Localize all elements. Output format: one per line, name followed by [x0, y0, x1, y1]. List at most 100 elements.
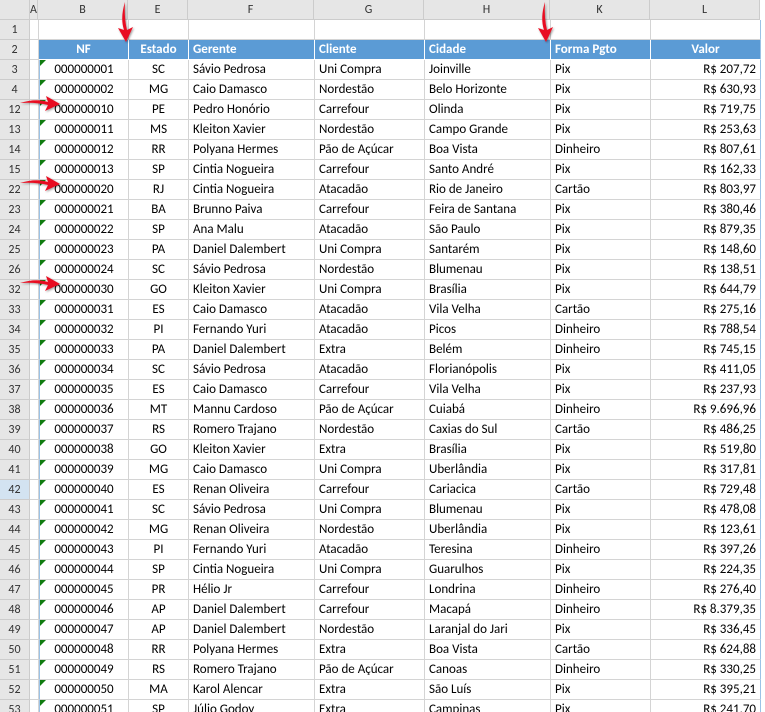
cell-cidade[interactable]: Boa Vista — [425, 140, 551, 160]
cell-cliente[interactable]: Carrefour — [315, 200, 425, 220]
cell-nf[interactable]: 000000043 — [39, 540, 129, 560]
cell-cidade[interactable]: Rio de Janeiro — [425, 180, 551, 200]
cell-nf[interactable]: 000000010 — [39, 100, 129, 120]
cell-cliente[interactable]: Nordestão — [315, 120, 425, 140]
cell-gerente[interactable]: Fernando Yuri — [189, 540, 315, 560]
cell-cliente[interactable]: Extra — [315, 680, 425, 700]
cell-empty[interactable] — [30, 80, 39, 100]
cell-valor[interactable]: R$ 8.379,35 — [651, 600, 761, 620]
cell-gerente[interactable]: Hélio Jr — [189, 580, 315, 600]
cell-cidade[interactable]: Brasília — [425, 440, 551, 460]
cell-pgto[interactable]: Dinheiro — [551, 320, 651, 340]
cell-cidade[interactable]: Canoas — [425, 660, 551, 680]
cell-empty[interactable] — [30, 120, 39, 140]
cell-estado[interactable]: MS — [129, 120, 189, 140]
row-header-13[interactable]: 13 — [0, 120, 30, 140]
cell-pgto[interactable]: Dinheiro — [551, 340, 651, 360]
cell-estado[interactable]: RS — [129, 660, 189, 680]
col-header-H[interactable]: H — [424, 0, 550, 20]
cell-cliente[interactable]: Nordestão — [315, 80, 425, 100]
cell-estado[interactable]: RJ — [129, 180, 189, 200]
cell-estado[interactable]: BA — [129, 200, 189, 220]
cell-cidade[interactable]: São Luís — [425, 680, 551, 700]
cell-gerente[interactable]: Polyana Hermes — [189, 640, 315, 660]
cell-pgto[interactable]: Pix — [551, 260, 651, 280]
cell-valor[interactable]: R$ 807,61 — [651, 140, 761, 160]
col-header-K[interactable]: K — [550, 0, 650, 20]
row-header-38[interactable]: 38 — [0, 400, 30, 420]
cell-gerente[interactable]: Cintia Nogueira — [189, 160, 315, 180]
cell-valor[interactable]: R$ 486,25 — [651, 420, 761, 440]
cell-estado[interactable]: MG — [129, 520, 189, 540]
cell-nf[interactable]: 000000049 — [39, 660, 129, 680]
table-header[interactable]: Forma Pgto — [551, 40, 651, 60]
cell-empty[interactable] — [30, 100, 39, 120]
cell-gerente[interactable]: Caio Damasco — [189, 80, 315, 100]
cell-empty[interactable] — [551, 20, 651, 40]
cell-cliente[interactable]: Carrefour — [315, 600, 425, 620]
cell-gerente[interactable]: Caio Damasco — [189, 380, 315, 400]
cell-nf[interactable]: 000000023 — [39, 240, 129, 260]
cell-cliente[interactable]: Atacadão — [315, 320, 425, 340]
cell-gerente[interactable]: Caio Damasco — [189, 460, 315, 480]
cell-estado[interactable]: PE — [129, 100, 189, 120]
cell-valor[interactable]: R$ 138,51 — [651, 260, 761, 280]
cell-estado[interactable]: PA — [129, 240, 189, 260]
cell-cliente[interactable]: Extra — [315, 440, 425, 460]
cell-cidade[interactable]: Macapá — [425, 600, 551, 620]
cell-valor[interactable]: R$ 317,81 — [651, 460, 761, 480]
cell-pgto[interactable]: Pix — [551, 120, 651, 140]
cell-empty[interactable] — [30, 400, 39, 420]
cell-empty[interactable] — [30, 580, 39, 600]
cell-cidade[interactable]: Vila Velha — [425, 300, 551, 320]
row-header-34[interactable]: 34 — [0, 320, 30, 340]
cell-gerente[interactable]: Cintia Nogueira — [189, 560, 315, 580]
col-header-F[interactable]: F — [188, 0, 314, 20]
cell-nf[interactable]: 000000040 — [39, 480, 129, 500]
cell-pgto[interactable]: Pix — [551, 440, 651, 460]
row-header-41[interactable]: 41 — [0, 460, 30, 480]
cell-empty[interactable] — [30, 460, 39, 480]
cell-gerente[interactable]: Kleiton Xavier — [189, 440, 315, 460]
cell-gerente[interactable]: Fernando Yuri — [189, 320, 315, 340]
cell-cliente[interactable]: Carrefour — [315, 480, 425, 500]
cell-nf[interactable]: 000000002 — [39, 80, 129, 100]
cell-pgto[interactable]: Pix — [551, 100, 651, 120]
cell-pgto[interactable]: Cartão — [551, 480, 651, 500]
cell-valor[interactable]: R$ 788,54 — [651, 320, 761, 340]
cell-nf[interactable]: 000000030 — [39, 280, 129, 300]
cell-gerente[interactable]: Romero Trajano — [189, 660, 315, 680]
cell-cliente[interactable]: Nordestão — [315, 260, 425, 280]
cell-cidade[interactable]: Blumenau — [425, 500, 551, 520]
cell-estado[interactable]: SP — [129, 700, 189, 712]
cell-empty[interactable] — [30, 380, 39, 400]
cell-estado[interactable]: RS — [129, 420, 189, 440]
col-header-E[interactable]: E — [128, 0, 188, 20]
cell-estado[interactable]: SC — [129, 360, 189, 380]
cell-estado[interactable]: MT — [129, 400, 189, 420]
cell-estado[interactable]: GO — [129, 280, 189, 300]
cell-empty[interactable] — [30, 300, 39, 320]
cell-empty[interactable] — [30, 500, 39, 520]
row-header-49[interactable]: 49 — [0, 620, 30, 640]
cell-cidade[interactable]: Belém — [425, 340, 551, 360]
row-header-32[interactable]: 32 — [0, 280, 30, 300]
cell-estado[interactable]: AP — [129, 620, 189, 640]
cell-nf[interactable]: 000000038 — [39, 440, 129, 460]
cell-estado[interactable]: PA — [129, 340, 189, 360]
cell-nf[interactable]: 000000021 — [39, 200, 129, 220]
cell-cidade[interactable]: Blumenau — [425, 260, 551, 280]
cell-valor[interactable]: R$ 123,61 — [651, 520, 761, 540]
row-header-37[interactable]: 37 — [0, 380, 30, 400]
cell-pgto[interactable]: Cartão — [551, 300, 651, 320]
cell-nf[interactable]: 000000011 — [39, 120, 129, 140]
cell-nf[interactable]: 000000001 — [39, 60, 129, 80]
cell-nf[interactable]: 000000020 — [39, 180, 129, 200]
cell-pgto[interactable]: Pix — [551, 240, 651, 260]
cell-pgto[interactable]: Pix — [551, 500, 651, 520]
cell-cidade[interactable]: Laranjal do Jari — [425, 620, 551, 640]
cell-estado[interactable]: ES — [129, 300, 189, 320]
cell-estado[interactable]: PI — [129, 540, 189, 560]
cell-nf[interactable]: 000000013 — [39, 160, 129, 180]
cell-gerente[interactable]: Daniel Dalembert — [189, 600, 315, 620]
